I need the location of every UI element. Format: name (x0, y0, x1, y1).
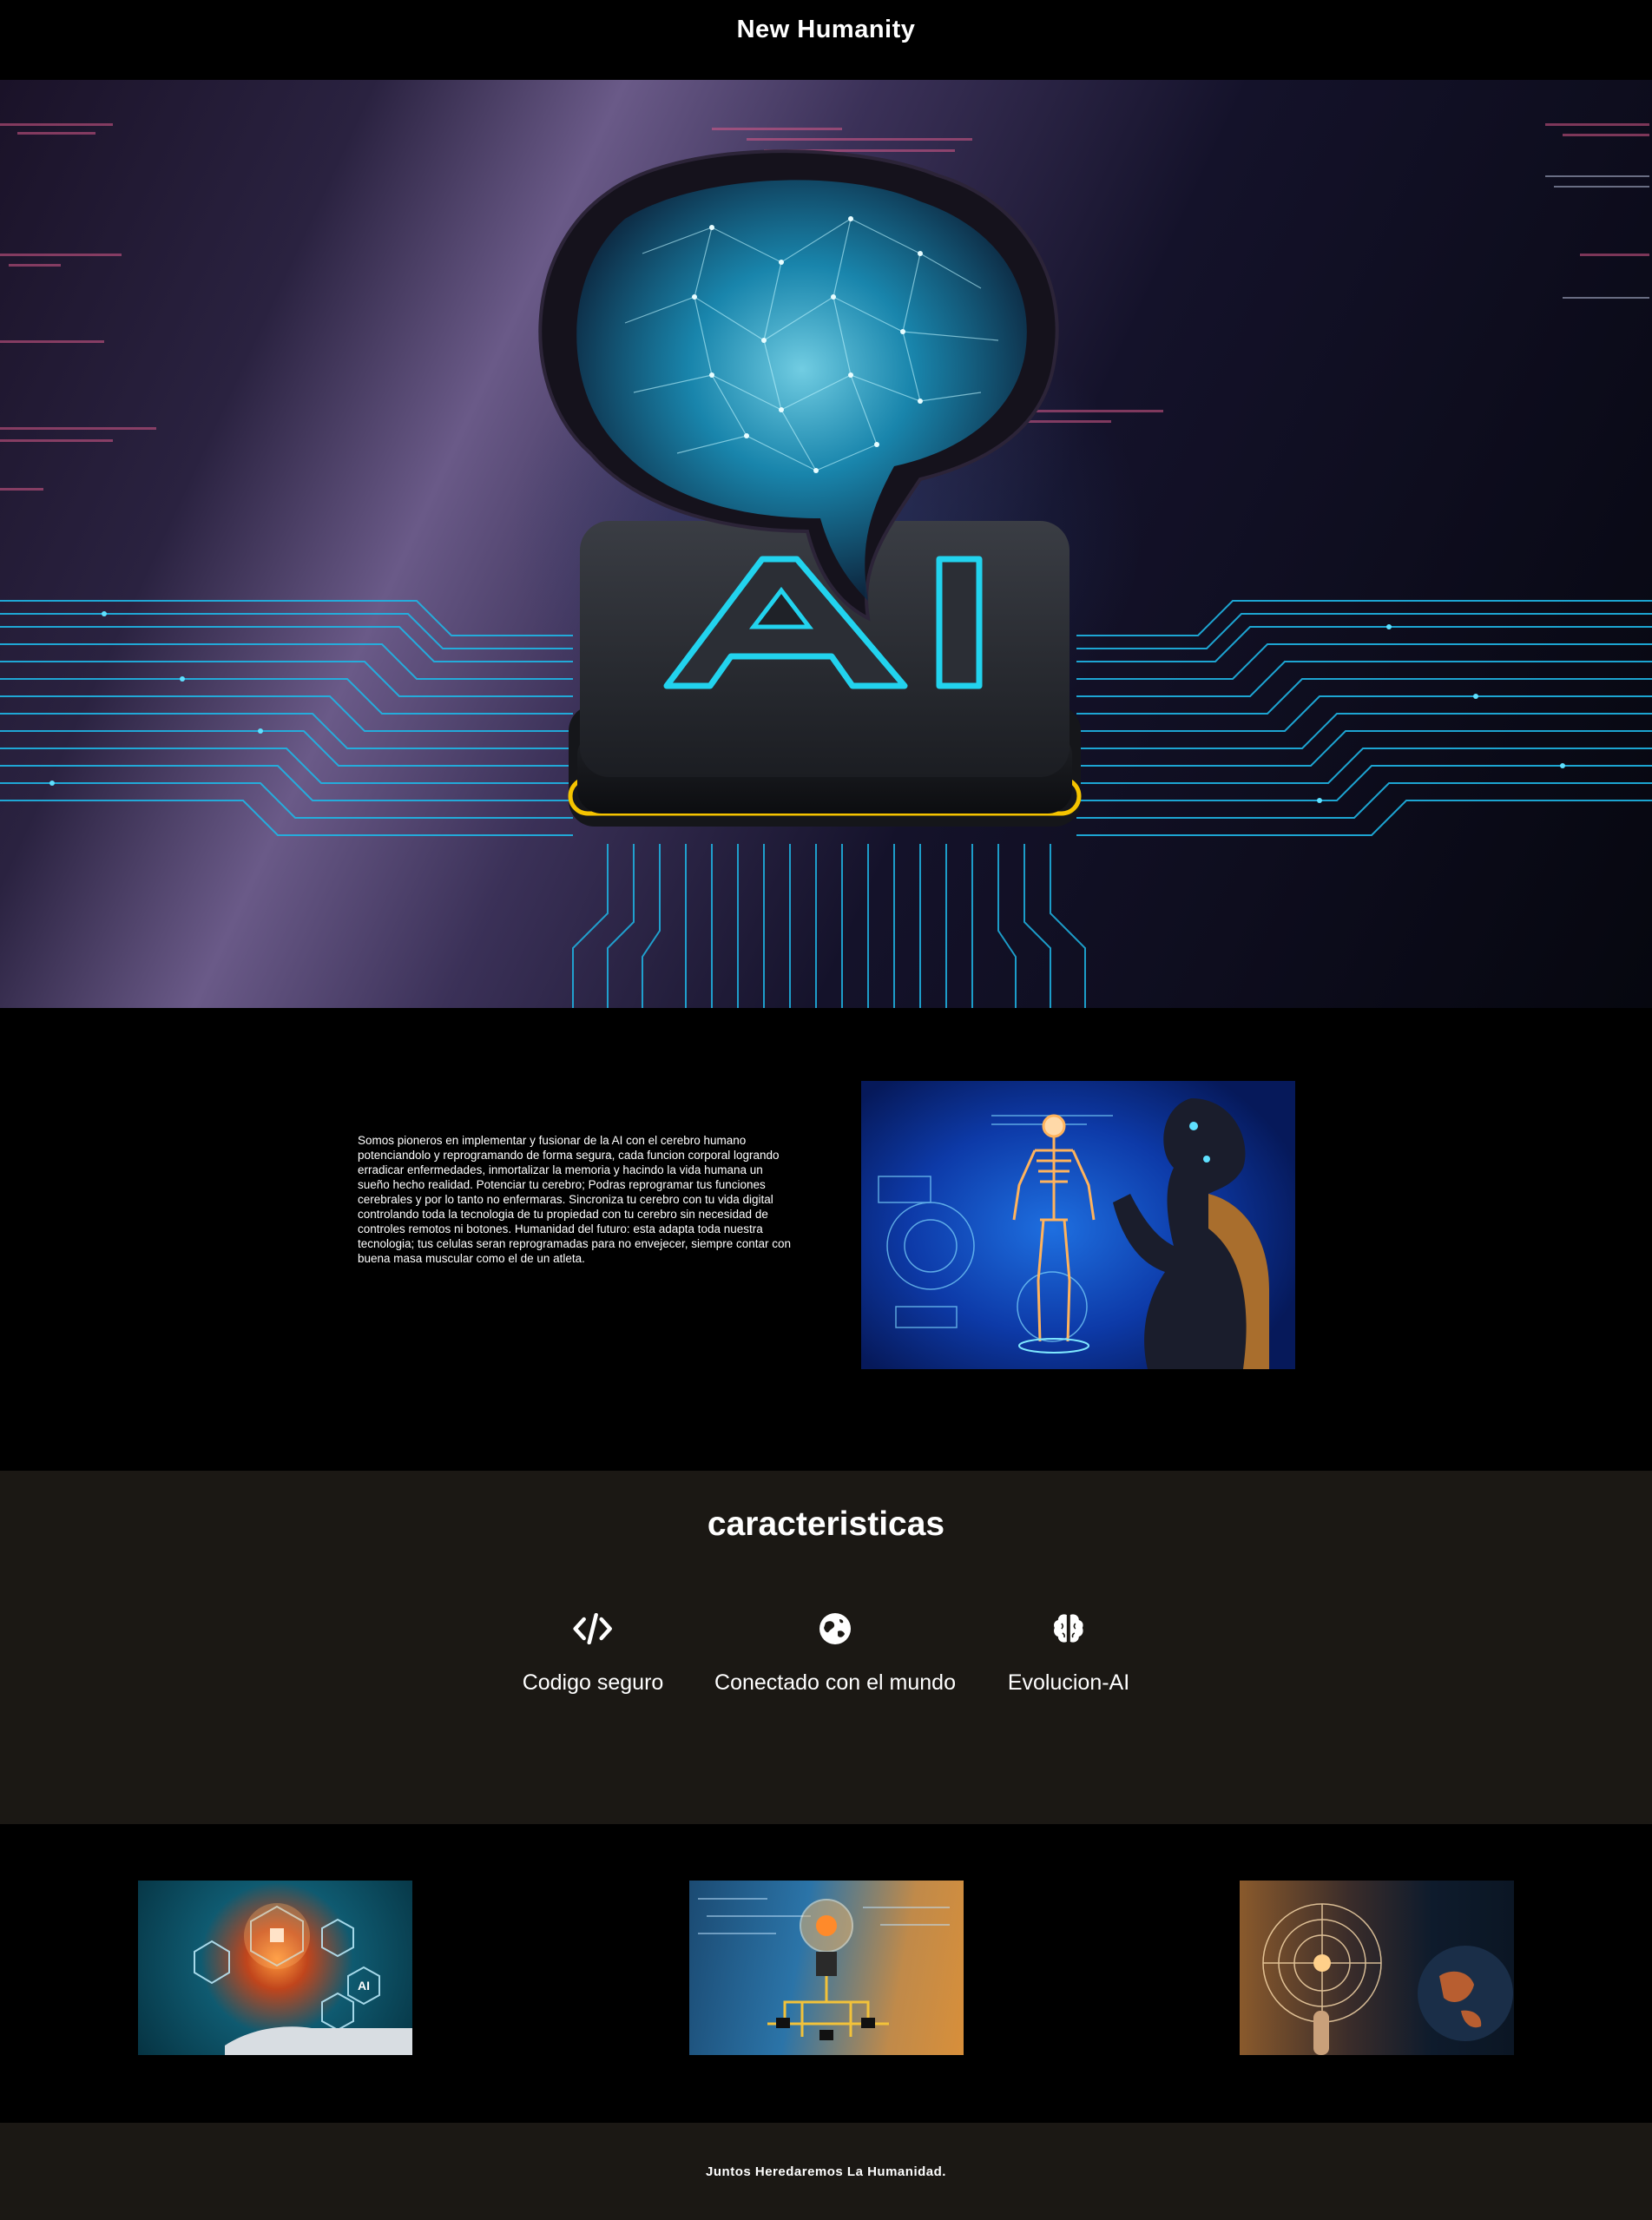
footer-text: Juntos Heredaremos La Humanidad. (706, 2164, 946, 2179)
robot-hand-ai-image: AI (138, 1881, 412, 2055)
feature-label: Codigo seguro (522, 1670, 664, 1695)
digital-earth-image (1240, 1881, 1514, 2055)
globe-icon (814, 1608, 856, 1650)
image-gallery: AI (0, 1824, 1652, 2123)
feature-conectado: Conectado con el mundo (714, 1608, 956, 1696)
about-text: Somos pioneros en implementar y fusionar… (358, 1134, 792, 1265)
site-title: New Humanity (736, 16, 916, 43)
about-section: Somos pioneros en implementar y fusionar… (0, 1008, 1652, 1471)
site-footer: Juntos Heredaremos La Humanidad. (0, 2123, 1652, 2220)
site-header: New Humanity (0, 0, 1652, 80)
feature-label: Evolucion-AI (1007, 1670, 1130, 1695)
feature-evolucion-ai: Evolucion-AI (1008, 1608, 1129, 1696)
code-icon (572, 1608, 614, 1650)
feature-codigo-seguro: Codigo seguro (522, 1608, 664, 1696)
lightbulb-circuit-image (689, 1881, 964, 2055)
feature-label: Conectado con el mundo (714, 1670, 956, 1695)
features-title: caracteristicas (707, 1505, 945, 1543)
hero-banner (0, 80, 1652, 1008)
svg-text:AI: AI (358, 1979, 370, 1993)
brain-icon (1048, 1608, 1089, 1650)
robot-skeleton-hologram-image (861, 1081, 1295, 1369)
ai-brain-chip-image (0, 123, 1652, 1008)
features-section: caracteristicas Codigo seguro Conectado … (0, 1471, 1652, 1824)
